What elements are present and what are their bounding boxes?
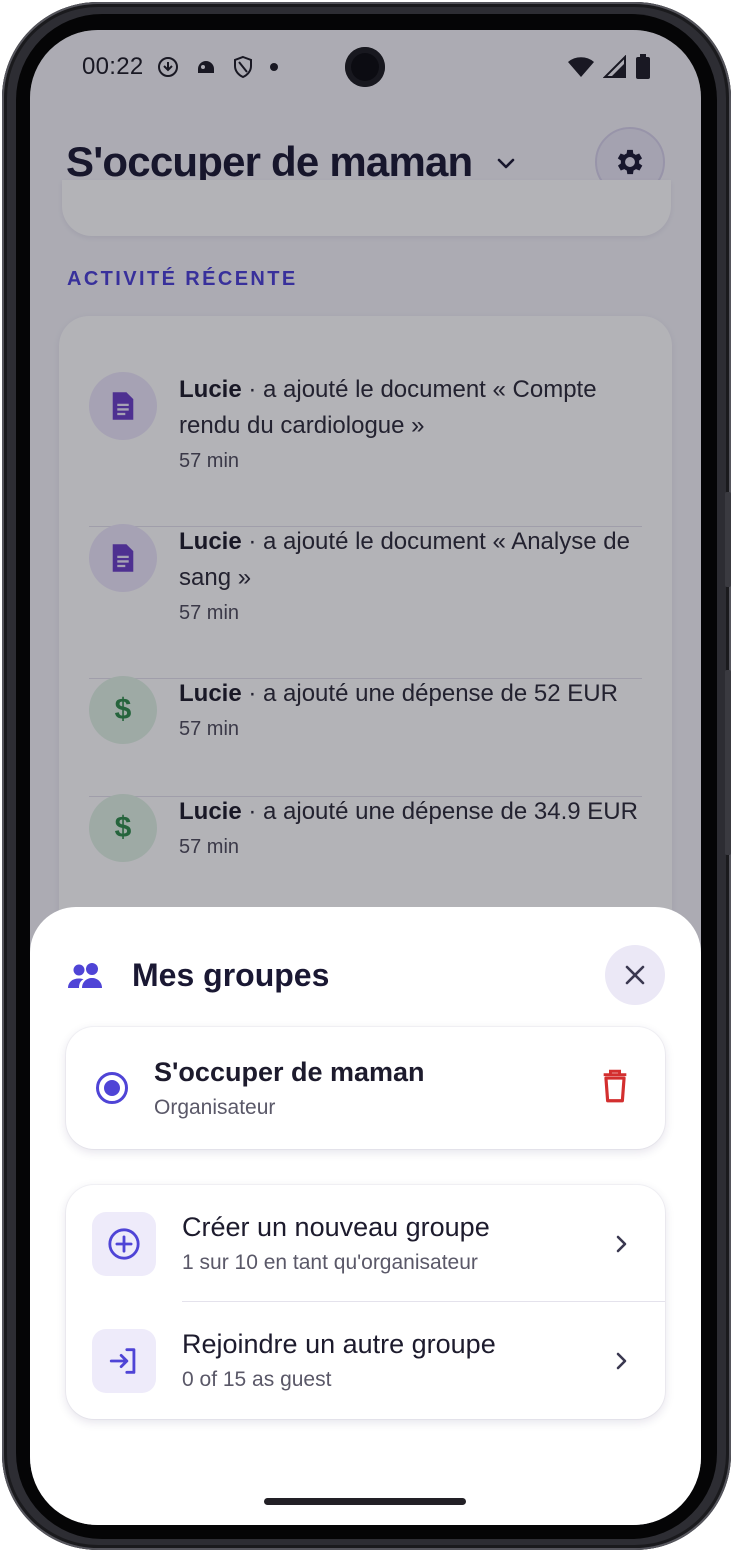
group-card-selected[interactable]: S'occuper de maman Organisateur [66, 1027, 665, 1149]
group-icon [68, 963, 102, 988]
close-button[interactable] [605, 945, 665, 1005]
add-circle-icon [108, 1227, 140, 1260]
groups-bottom-sheet: Mes groupes S'occuper de maman Organisat… [30, 907, 701, 1525]
trash-icon [603, 1069, 627, 1102]
group-info: S'occuper de maman Organisateur [154, 1057, 425, 1120]
radio-dot [104, 1080, 120, 1096]
join-group-button[interactable]: Rejoindre un autre groupe 0 of 15 as gue… [66, 1302, 665, 1419]
action-title: Rejoindre un autre groupe [182, 1329, 496, 1359]
side-button [725, 492, 731, 587]
chevron-right-icon [616, 1235, 627, 1252]
group-role: Organisateur [154, 1095, 276, 1119]
action-icon-box [92, 1328, 156, 1393]
radio-selected[interactable] [96, 1072, 128, 1104]
sheet-header: Mes groupes [66, 945, 665, 1005]
action-subtitle: 0 of 15 as guest [182, 1368, 332, 1391]
group-actions-card: Créer un nouveau groupe 1 sur 10 en tant… [66, 1185, 665, 1419]
chevron-right-icon [616, 1352, 627, 1369]
action-title: Créer un nouveau groupe [182, 1212, 490, 1242]
close-icon [625, 965, 645, 985]
action-icon-box [92, 1211, 156, 1276]
screen: 00:22 S'occuper de maman ACTIVITÉ RÉCENT… [30, 30, 701, 1525]
action-subtitle: 1 sur 10 en tant qu'organisateur [182, 1251, 478, 1274]
action-text: Créer un nouveau groupe 1 sur 10 en tant… [182, 1212, 490, 1275]
login-arrow-icon [109, 1347, 136, 1374]
delete-group-button[interactable] [601, 1069, 629, 1108]
action-text: Rejoindre un autre groupe 0 of 15 as gue… [182, 1329, 496, 1392]
group-name: S'occuper de maman [154, 1056, 425, 1087]
sheet-title: Mes groupes [132, 956, 330, 993]
home-indicator[interactable] [264, 1498, 466, 1505]
create-group-button[interactable]: Créer un nouveau groupe 1 sur 10 en tant… [66, 1185, 665, 1302]
side-button [725, 670, 731, 855]
